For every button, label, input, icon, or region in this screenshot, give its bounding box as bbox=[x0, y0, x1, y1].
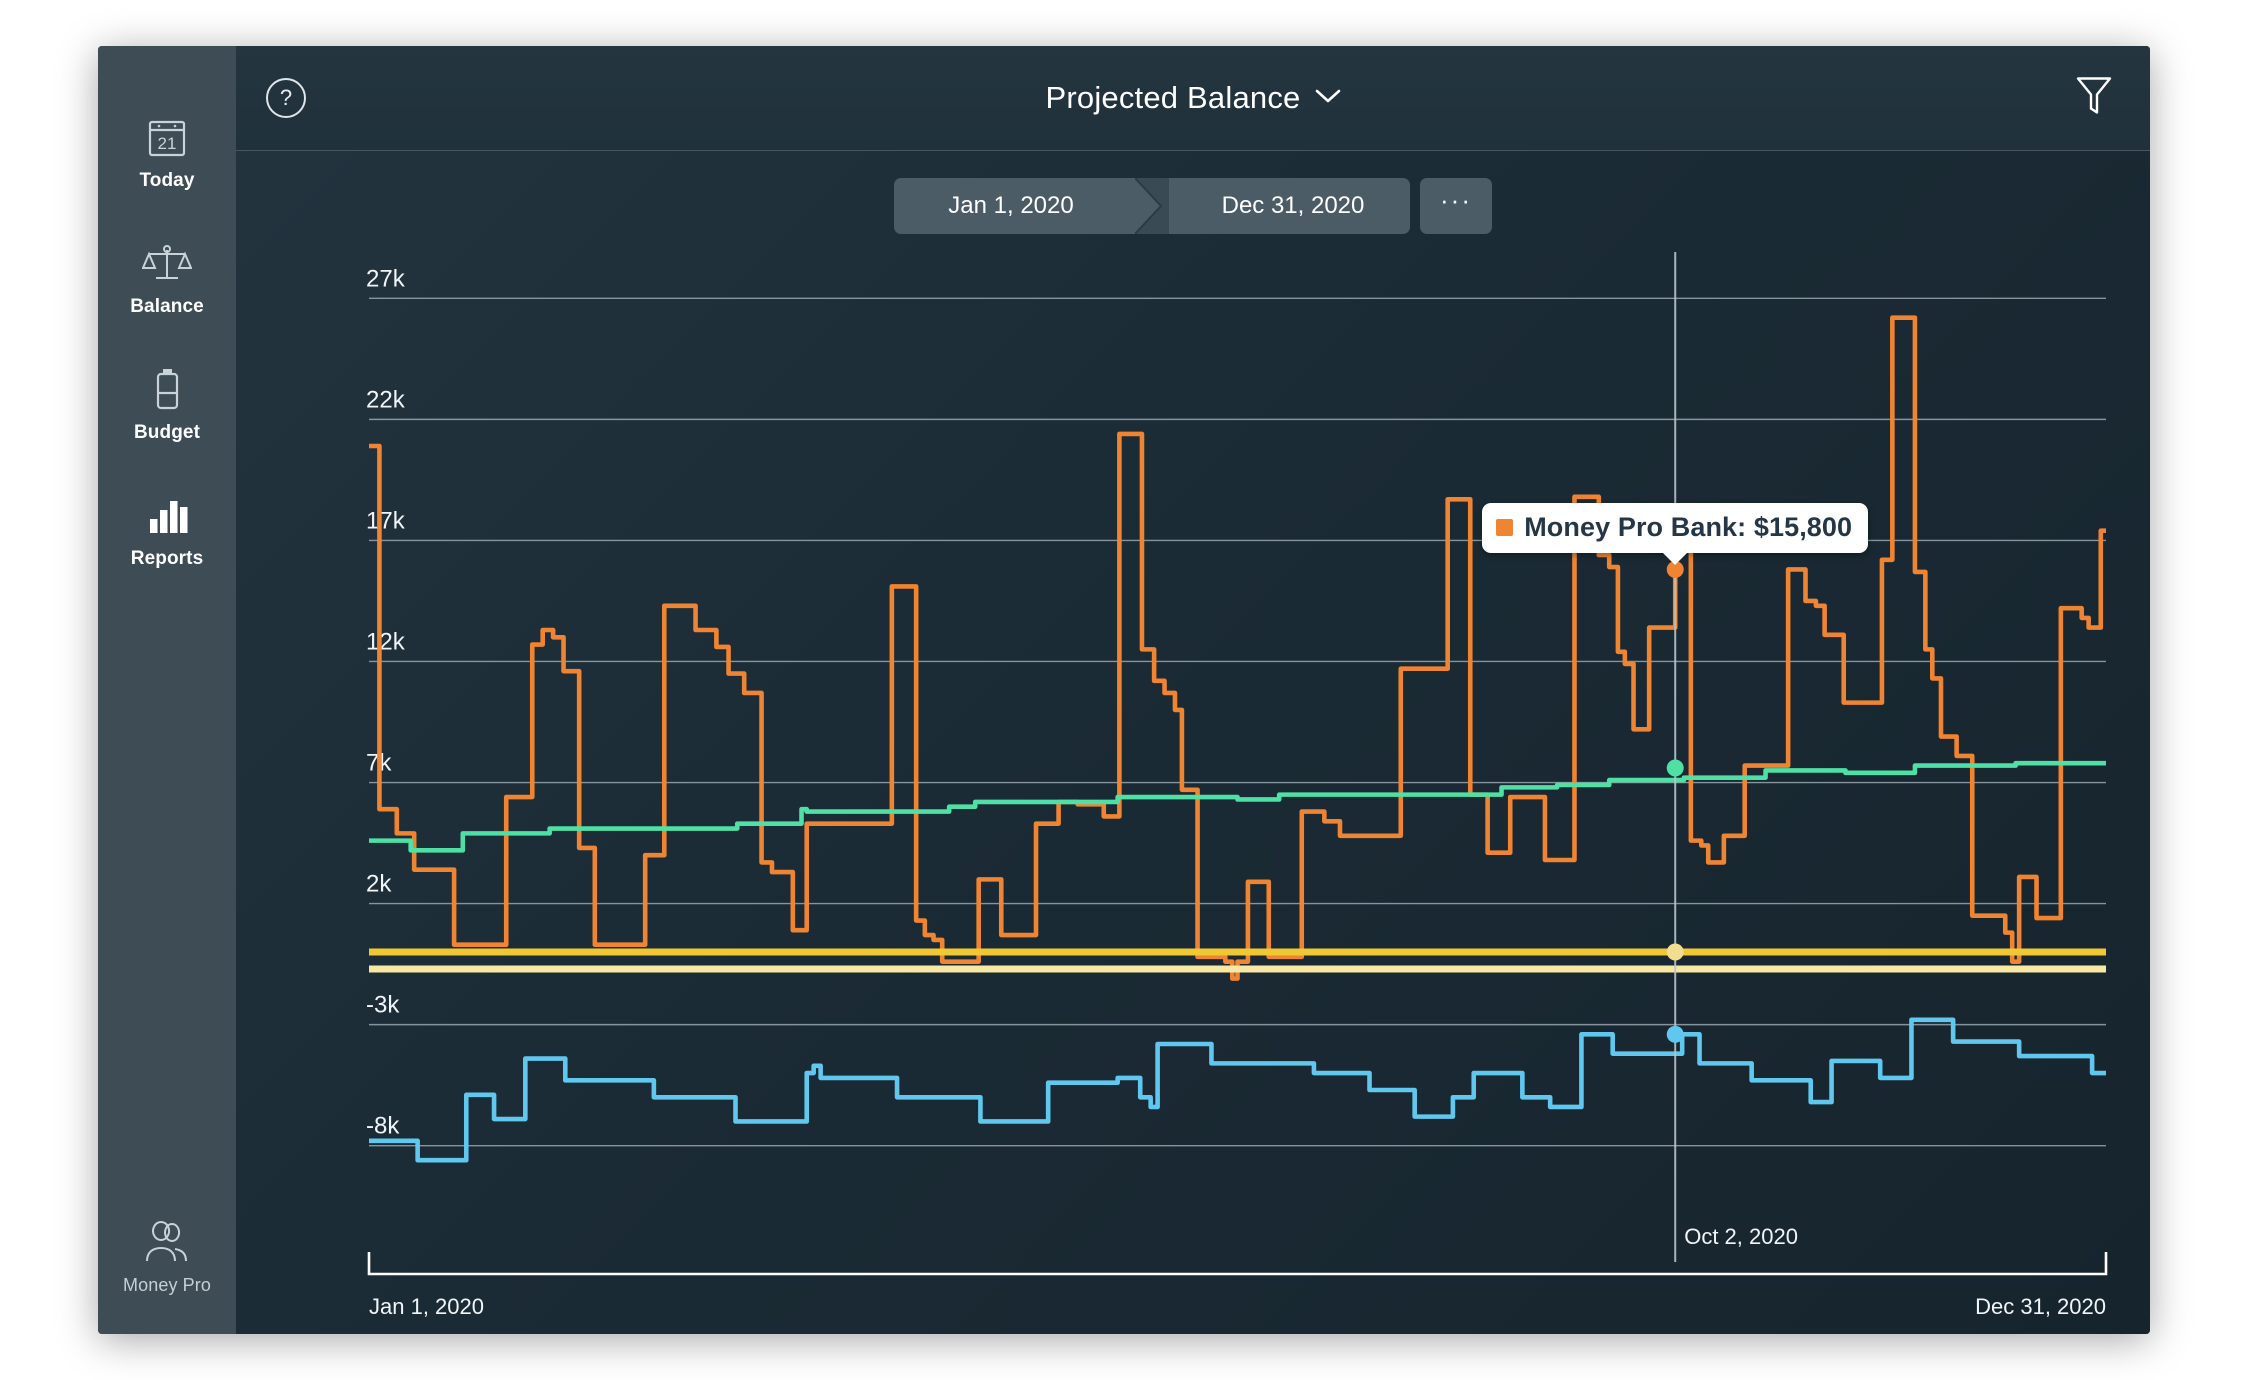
y-axis-tick-label: -3k bbox=[366, 992, 400, 1019]
chart-area: 27k 22k 17k 12k 7k 2k -3k -8k Oct 2, 2020 Jan 1, … bbox=[236, 252, 2150, 1334]
people-icon bbox=[139, 1217, 195, 1269]
chart-cursor-point bbox=[1666, 759, 1684, 777]
x-axis-bracket bbox=[367, 1252, 2108, 1276]
cursor-date-label: Oct 2, 2020 bbox=[1684, 1224, 1798, 1249]
date-range-bar: Jan 1, 2020 Dec 31, 2020 ··· bbox=[236, 178, 2150, 234]
sidebar-item-budget[interactable]: Budget bbox=[98, 364, 236, 444]
tooltip-series-swatch bbox=[1496, 519, 1514, 537]
money-pro-window: 21 Today Balance Budget Reports Money Pr… bbox=[98, 46, 2150, 1334]
report-title-dropdown[interactable]: Projected Balance bbox=[1045, 80, 1340, 116]
battery-icon bbox=[150, 364, 184, 416]
bar-chart-icon bbox=[144, 490, 190, 542]
sidebar-item-label: Reports bbox=[130, 548, 204, 569]
chart-series-savings bbox=[369, 760, 2106, 853]
calendar-21-icon: 21 bbox=[144, 112, 190, 164]
y-axis-tick-label: 27k bbox=[366, 265, 406, 292]
help-icon[interactable]: ? bbox=[266, 78, 306, 118]
sidebar: 21 Today Balance Budget Reports Money Pr… bbox=[98, 46, 236, 1334]
sidebar-item-reports[interactable]: Reports bbox=[98, 490, 236, 570]
sidebar-item-label: Balance bbox=[130, 296, 204, 317]
y-axis-tick-label: 22k bbox=[366, 386, 406, 413]
y-axis-tick-label: 2k bbox=[366, 871, 392, 898]
sidebar-item-money-pro[interactable]: Money Pro bbox=[98, 1217, 236, 1296]
projected-balance-chart[interactable]: 27k22k17k12k7k2k-3k-8kOct 2, 2020Jan 1, … bbox=[236, 252, 2150, 1334]
tooltip-arrow-icon bbox=[1662, 552, 1689, 566]
range-end-button[interactable]: Dec 31, 2020 bbox=[1152, 178, 1410, 234]
sidebar-item-label: Today bbox=[139, 170, 195, 191]
range-more-button[interactable]: ··· bbox=[1420, 178, 1492, 234]
tooltip-label: Money Pro Bank: $15,800 bbox=[1524, 512, 1853, 543]
page-title: Projected Balance bbox=[1045, 80, 1301, 115]
chart-series-money-pro-bank bbox=[369, 315, 2106, 981]
y-axis-tick-label: 17k bbox=[366, 507, 406, 534]
x-axis-end-label: Dec 31, 2020 bbox=[1975, 1294, 2106, 1319]
title-bar: ? Projected Balance bbox=[236, 46, 2150, 151]
chevron-down-icon bbox=[1315, 88, 1341, 109]
sidebar-item-label: Money Pro bbox=[123, 1275, 211, 1295]
chart-cursor-point bbox=[1666, 943, 1684, 961]
range-start-button[interactable]: Jan 1, 2020 bbox=[894, 178, 1152, 234]
chart-series-credit-card bbox=[369, 1017, 2106, 1163]
main-content: ? Projected Balance Jan 1, 2020 Dec 31, … bbox=[236, 46, 2150, 1334]
svg-text:21: 21 bbox=[158, 134, 177, 153]
sidebar-item-label: Budget bbox=[133, 422, 201, 443]
chart-cursor-point bbox=[1666, 1025, 1684, 1043]
sidebar-item-today[interactable]: 21 Today bbox=[98, 112, 236, 192]
scales-icon bbox=[142, 238, 192, 290]
sidebar-item-balance[interactable]: Balance bbox=[98, 238, 236, 318]
date-range-group: Jan 1, 2020 Dec 31, 2020 bbox=[894, 178, 1410, 234]
y-axis-tick-label: -8k bbox=[366, 1113, 400, 1140]
x-axis-start-label: Jan 1, 2020 bbox=[369, 1294, 484, 1319]
y-axis-tick-label: 12k bbox=[366, 628, 406, 655]
funnel-icon[interactable] bbox=[2074, 73, 2114, 124]
chart-tooltip: Money Pro Bank: $15,800 bbox=[1482, 503, 1869, 566]
